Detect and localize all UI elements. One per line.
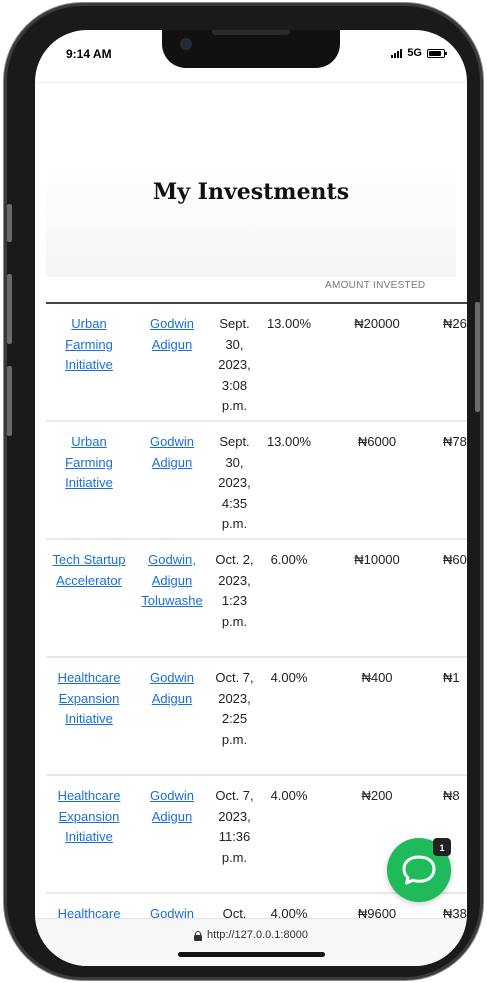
battery-icon xyxy=(427,48,447,58)
investment-amount: ₦10000 xyxy=(354,552,400,567)
front-camera-icon xyxy=(180,38,192,50)
volume-up-button xyxy=(7,274,12,344)
investment-return: ₦60 xyxy=(443,552,467,567)
investment-date: Sept. 30, 2023, 3:08 p.m. xyxy=(218,316,251,413)
investment-return: ₦8 xyxy=(443,788,460,803)
volume-down-button xyxy=(7,366,12,436)
home-indicator[interactable] xyxy=(178,952,325,957)
investment-date: Sept. 30, 2023, 4:35 p.m. xyxy=(218,434,251,531)
chat-bubble-icon xyxy=(402,855,436,885)
silent-switch xyxy=(7,204,12,242)
status-time: 9:14 AM xyxy=(66,47,112,61)
investment-rate: 4.00% xyxy=(270,906,308,918)
investment-name-link[interactable]: Healthcare Expansion Initiative xyxy=(46,668,132,730)
investment-date: Oct. xyxy=(222,906,247,918)
page-hero: My Investments xyxy=(46,83,456,277)
amount-invested-header: AMOUNT INVESTED xyxy=(325,280,426,291)
table-row: Urban Farming Initiative Godwin Adigun Sep… xyxy=(46,304,467,422)
investment-amount: ₦9600 xyxy=(357,906,397,918)
investment-return: ₦78 xyxy=(443,434,467,449)
table-row: Tech Startup Accelerator Godwin, Adigun T… xyxy=(46,540,467,658)
url-display[interactable]: http://127.0.0.1:8000 xyxy=(35,929,467,941)
investment-name-link[interactable]: Urban Farming Initiative xyxy=(46,432,132,494)
speaker-grille xyxy=(212,30,290,35)
investment-owner-link[interactable]: Godwin Adigun xyxy=(134,786,210,827)
phone-screen: 9:14 AM 5G My Investments AMOUNT INVESTE… xyxy=(35,30,467,966)
investment-amount: ₦6000 xyxy=(357,434,397,449)
phone-frame: 9:14 AM 5G My Investments AMOUNT INVESTE… xyxy=(4,3,483,980)
investment-owner-link[interactable]: Godwin Adigun xyxy=(134,668,210,709)
investment-rate: 6.00% xyxy=(270,552,308,567)
investment-name-link[interactable]: Healthcare xyxy=(46,904,132,918)
table-row: Healthcare Expansion Initiative Godwin Ad… xyxy=(46,658,467,776)
investment-amount: ₦20000 xyxy=(354,316,400,331)
signal-icon xyxy=(391,48,403,58)
chat-notification-badge: 1 xyxy=(433,838,451,856)
investment-rate: 13.00% xyxy=(266,434,312,449)
investment-name-link[interactable]: Tech Startup Accelerator xyxy=(46,550,132,591)
investment-name-link[interactable]: Healthcare Expansion Initiative xyxy=(46,786,132,848)
investment-name-link[interactable]: Urban Farming Initiative xyxy=(46,314,132,376)
url-text: http://127.0.0.1:8000 xyxy=(207,929,308,941)
investment-return: ₦38 xyxy=(443,906,467,918)
investment-owner-link[interactable]: Godwin Adigun xyxy=(134,432,210,473)
table-row: Urban Farming Initiative Godwin Adigun Sep… xyxy=(46,422,467,540)
investment-return: ₦26 xyxy=(443,316,467,331)
investment-amount: ₦200 xyxy=(361,788,393,803)
investment-rate: 4.00% xyxy=(270,670,308,685)
investment-rate: 13.00% xyxy=(266,316,312,331)
investment-date: Oct. 7, 2023, 2:25 p.m. xyxy=(215,670,254,747)
power-button xyxy=(475,302,480,412)
investments-table: Urban Farming Initiative Godwin Adigun Sep… xyxy=(46,304,467,918)
investment-return: ₦1 xyxy=(443,670,460,685)
status-indicators: 5G xyxy=(391,47,447,59)
lock-icon xyxy=(194,930,203,941)
investment-owner-link[interactable]: Godwin Adigun xyxy=(134,314,210,355)
network-label: 5G xyxy=(407,47,422,59)
investment-rate: 4.00% xyxy=(270,788,308,803)
browser-url-bar[interactable]: http://127.0.0.1:8000 xyxy=(35,918,467,966)
investment-date: Oct. 2, 2023, 1:23 p.m. xyxy=(215,552,254,629)
investment-owner-link[interactable]: Godwin, Adigun Toluwashe xyxy=(134,550,210,612)
investment-amount: ₦400 xyxy=(361,670,393,685)
page-title: My Investments xyxy=(152,179,350,205)
page-content[interactable]: My Investments AMOUNT INVESTED Urban Far… xyxy=(35,82,467,918)
investment-date: Oct. 7, 2023, 11:36 p.m. xyxy=(215,788,254,865)
investment-owner-link[interactable]: Godwin xyxy=(134,904,210,918)
